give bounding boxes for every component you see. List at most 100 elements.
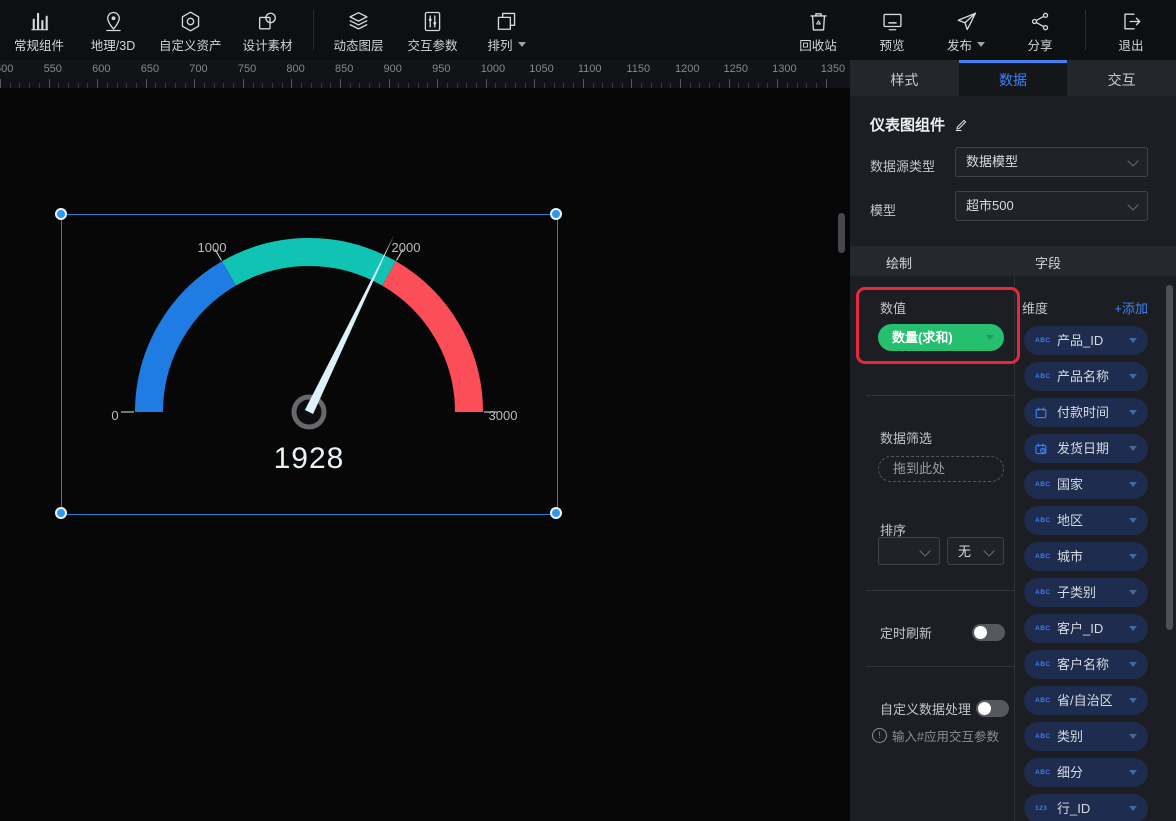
dimension-field-label: 子类别 [1057,578,1096,607]
selection-handle-bottom-left[interactable] [55,507,67,519]
toolbar-item-label: 自定义资产 [159,35,222,54]
dimension-field-类别[interactable]: ABC类别 [1024,722,1148,751]
dimension-field-付款时间[interactable]: 付款时间 [1024,398,1148,427]
chevron-down-icon[interactable] [1129,518,1137,523]
ruler-label: 1250 [724,63,748,75]
ruler-tick [49,79,50,88]
dimension-field-客户名称[interactable]: ABC客户名称 [1024,650,1148,679]
dimension-field-子类别[interactable]: ABC子类别 [1024,578,1148,607]
chevron-down-icon[interactable] [1129,554,1137,559]
ruler-tick [534,79,535,88]
chevron-down-icon[interactable] [1129,590,1137,595]
toolbar-item-label: 退出 [1118,35,1143,54]
toolbar-item-custom-assets[interactable]: 自定义资产 [150,0,231,60]
ruler-label: 1000 [481,63,505,75]
chevron-down-icon[interactable] [1129,662,1137,667]
toolbar-item-components[interactable]: 常规组件 [2,0,76,60]
selection-handle-bottom-right[interactable] [550,507,562,519]
toolbar-item-exit[interactable]: 退出 [1094,0,1168,60]
dimension-field-客户_ID[interactable]: ABC客户_ID [1024,614,1148,643]
toolbar-item-preview[interactable]: 预览 [855,0,929,60]
dimension-field-行_ID[interactable]: 123行_ID [1024,794,1148,821]
toolbar-item-publish[interactable]: 发布 [929,0,1003,60]
dimension-field-label: 客户名称 [1057,650,1109,679]
ruler-tick [437,79,438,88]
toolbar-right-group: 回收站预览发布分享退出 [781,0,1168,60]
ruler-tick [194,79,195,88]
dimension-field-细分[interactable]: ABC细分 [1024,758,1148,787]
panel-scrollbar[interactable] [1166,285,1173,630]
model-select[interactable]: 超市500 [955,191,1148,221]
ruler-tick [291,79,292,88]
text-type-icon: ABC [1035,470,1051,499]
ruler-tick [729,79,730,88]
chevron-down-icon [1127,199,1138,210]
toolbar-item-geo-3d[interactable]: 地理/3D [76,0,150,60]
tab-interact[interactable]: 交互 [1067,60,1176,96]
datasource-type-select[interactable]: 数据模型 [955,147,1148,177]
chevron-down-icon[interactable] [1129,446,1137,451]
edit-icon[interactable] [954,117,969,132]
toolbar-item-arrange[interactable]: 排列 [470,0,544,60]
tab-style[interactable]: 样式 [850,60,959,96]
chevron-down-icon[interactable] [1129,734,1137,739]
subtab-draw[interactable]: 绘制 [886,253,912,272]
chevron-down-icon[interactable] [1129,806,1137,811]
canvas-scrollbar[interactable] [838,213,845,253]
horizontal-ruler: 5005506006507007508008509009501000105011… [0,60,850,88]
ruler-label: 850 [335,63,353,75]
chevron-down-icon[interactable] [1129,698,1137,703]
custom-data-toggle[interactable] [976,700,1009,717]
design-canvas[interactable]: 01000200030001928 [0,88,850,821]
dimension-field-发货日期[interactable]: 发货日期 [1024,434,1148,463]
dimension-field-label: 发货日期 [1057,434,1109,463]
dimension-field-城市[interactable]: ABC城市 [1024,542,1148,571]
toolbar-item-label: 回收站 [799,35,837,54]
sort-order-select[interactable]: 无 [947,537,1004,565]
panel-subtabs: 绘制 字段 [850,246,1176,276]
gauge-axis-label: 2000 [392,240,421,255]
subtab-fields[interactable]: 字段 [1035,253,1061,272]
dimension-field-产品名称[interactable]: ABC产品名称 [1024,362,1148,391]
auto-refresh-toggle[interactable] [972,624,1005,641]
chevron-down-icon[interactable] [1129,374,1137,379]
toolbar-item-recycle-bin[interactable]: 回收站 [781,0,855,60]
filter-drop-zone[interactable]: 拖到此处 [878,456,1004,482]
tab-data[interactable]: 数据 [959,60,1068,96]
gauge-axis-label: 1000 [198,240,227,255]
gauge-value: 1928 [274,442,345,475]
layers-icon [347,10,370,33]
filter-section-label: 数据筛选 [880,428,932,447]
selection-handle-top-right[interactable] [550,208,562,220]
toolbar-item-share[interactable]: 分享 [1003,0,1077,60]
chevron-down-icon[interactable] [1129,482,1137,487]
dimension-field-省/自治区[interactable]: ABC省/自治区 [1024,686,1148,715]
toolbar-item-dynamic-layers[interactable]: 动态图层 [322,0,396,60]
calendar-type-icon [1035,398,1047,427]
toolbar-item-label: 设计素材 [243,35,293,54]
chevron-down-icon[interactable] [1129,626,1137,631]
toolbar-item-label: 常规组件 [14,35,64,54]
toolbar-item-interact-params[interactable]: 交互参数 [396,0,470,60]
dimension-field-国家[interactable]: ABC国家 [1024,470,1148,499]
ruler-label: 900 [384,63,402,75]
auto-refresh-label: 定时刷新 [880,623,932,642]
toggle-knob [978,702,991,715]
sort-field-select[interactable] [878,537,940,565]
add-dimension-link[interactable]: +添加 [1114,298,1148,317]
gauge-chart: 01000200030001928 [61,214,556,513]
dimension-field-产品_ID[interactable]: ABC产品_ID [1024,326,1148,355]
ruler-tick [826,79,827,88]
chevron-down-icon[interactable] [1129,770,1137,775]
toolbar-item-design-assets[interactable]: 设计素材 [231,0,305,60]
chevron-down-icon[interactable] [1129,338,1137,343]
selection-handle-top-left[interactable] [55,208,67,220]
dimension-field-地区[interactable]: ABC地区 [1024,506,1148,535]
value-measure-pill[interactable]: 数量(求和) [878,324,1004,351]
sort-order-value: 无 [958,538,971,566]
gauge-axis-label: 0 [111,408,118,423]
chevron-down-icon[interactable] [1129,410,1137,415]
custom-data-label: 自定义数据处理 [880,699,971,718]
gauge-arc-segment [149,273,229,412]
text-type-icon: ABC [1035,326,1051,355]
